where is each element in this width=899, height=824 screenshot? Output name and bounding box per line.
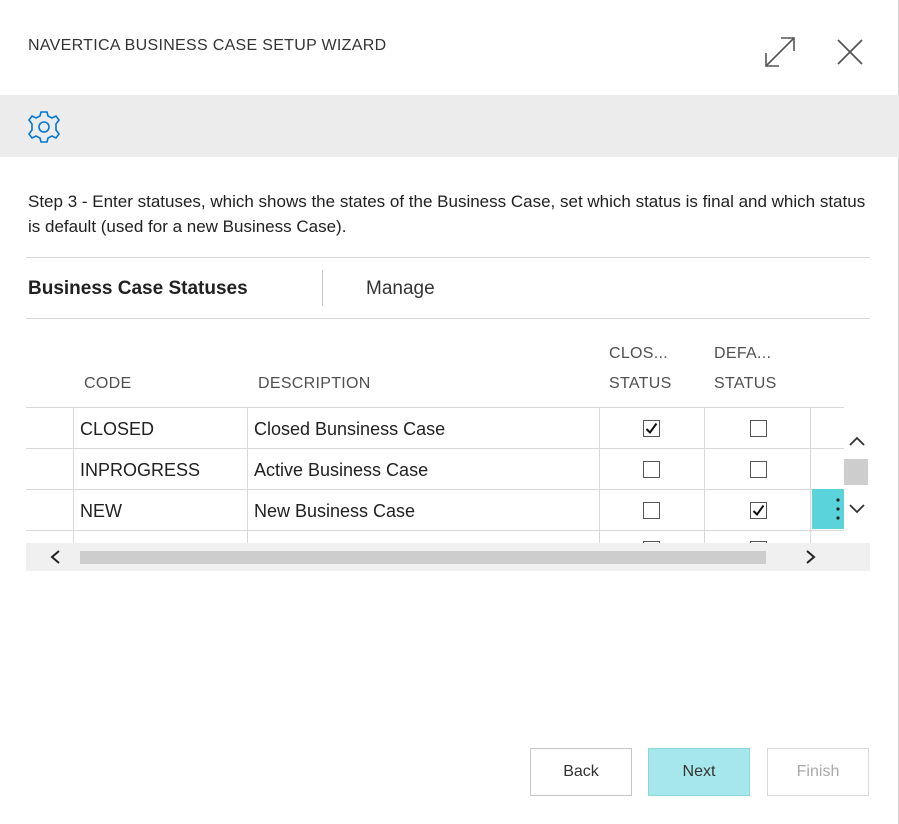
step-instructions: Step 3 - Enter statuses, which shows the…	[28, 192, 866, 236]
divider	[26, 318, 870, 319]
horizontal-scroll-thumb[interactable]	[80, 551, 766, 564]
table-row[interactable]	[26, 530, 844, 543]
description-cell[interactable]: Closed Bunsiness Case	[248, 408, 600, 448]
code-cell[interactable]	[74, 531, 248, 543]
chevron-down-icon[interactable]	[847, 501, 867, 517]
checkmark-icon	[645, 422, 658, 435]
code-cell[interactable]: INPROGRESS	[74, 449, 248, 489]
default-status-cell	[705, 449, 811, 489]
chevron-left-icon[interactable]	[48, 549, 64, 565]
closed-status-checkbox[interactable]	[643, 461, 660, 478]
column-header-line: STATUS	[714, 375, 777, 392]
expand-icon	[765, 37, 795, 67]
chevron-up-icon[interactable]	[847, 433, 867, 449]
settings-button[interactable]	[24, 107, 64, 147]
gear-icon	[28, 111, 60, 143]
chevron-right-icon[interactable]	[802, 549, 818, 565]
default-status-checkbox[interactable]	[750, 420, 767, 437]
default-status-cell	[705, 531, 811, 543]
column-header-line: DEFA...	[714, 345, 772, 362]
default-status-checkbox[interactable]	[750, 502, 767, 519]
statuses-grid: CLOSED Closed Bunsiness Case INPROGRESS …	[26, 407, 844, 543]
row-menu-button[interactable]	[812, 489, 844, 529]
column-header-line: STATUS	[609, 375, 672, 392]
table-row[interactable]: INPROGRESS Active Business Case	[26, 448, 844, 489]
finish-button: Finish	[767, 748, 869, 796]
next-button[interactable]: Next	[648, 748, 750, 796]
vertical-scrollbar[interactable]	[844, 425, 870, 525]
default-status-cell	[705, 408, 811, 448]
row-indicator-cell[interactable]	[26, 531, 74, 543]
closed-status-cell	[600, 408, 705, 448]
title-bar: NAVERTICA BUSINESS CASE SETUP WIZARD	[0, 0, 899, 95]
code-cell[interactable]: NEW	[74, 490, 248, 530]
closed-status-cell	[600, 490, 705, 530]
closed-status-cell	[600, 449, 705, 489]
row-indicator-cell[interactable]	[26, 490, 74, 530]
closed-status-checkbox[interactable]	[643, 502, 660, 519]
description-cell[interactable]: Active Business Case	[248, 449, 600, 489]
closed-status-checkbox[interactable]	[643, 420, 660, 437]
expand-button[interactable]	[760, 32, 800, 72]
default-status-checkbox[interactable]	[750, 461, 767, 478]
table-row[interactable]: NEW New Business Case	[26, 489, 844, 530]
part-separator	[322, 270, 323, 306]
close-button[interactable]	[830, 32, 870, 72]
dialog-title: NAVERTICA BUSINESS CASE SETUP WIZARD	[28, 37, 387, 54]
row-indicator-cell[interactable]	[26, 408, 74, 448]
description-cell[interactable]: New Business Case	[248, 490, 600, 530]
column-header-description[interactable]: DESCRIPTION	[258, 375, 371, 393]
divider	[26, 257, 870, 258]
horizontal-scrollbar[interactable]	[26, 543, 870, 571]
closed-status-cell	[600, 531, 705, 543]
setup-wizard-dialog: NAVERTICA BUSINESS CASE SETUP WIZARD Ste…	[0, 0, 899, 824]
table-row[interactable]: CLOSED Closed Bunsiness Case	[26, 407, 844, 448]
column-header-line: CLOS...	[609, 345, 669, 362]
close-icon	[837, 39, 863, 65]
code-cell[interactable]: CLOSED	[74, 408, 248, 448]
more-vertical-icon	[836, 498, 840, 520]
vertical-scroll-thumb[interactable]	[844, 459, 868, 485]
default-status-cell	[705, 490, 811, 530]
checkmark-icon	[752, 504, 765, 517]
row-indicator-cell[interactable]	[26, 449, 74, 489]
action-bar	[0, 95, 899, 157]
part-title: Business Case Statuses	[28, 278, 248, 299]
tab-manage[interactable]: Manage	[366, 278, 435, 300]
description-cell[interactable]	[248, 531, 600, 543]
back-button[interactable]: Back	[530, 748, 632, 796]
column-header-code[interactable]: CODE	[84, 375, 131, 393]
